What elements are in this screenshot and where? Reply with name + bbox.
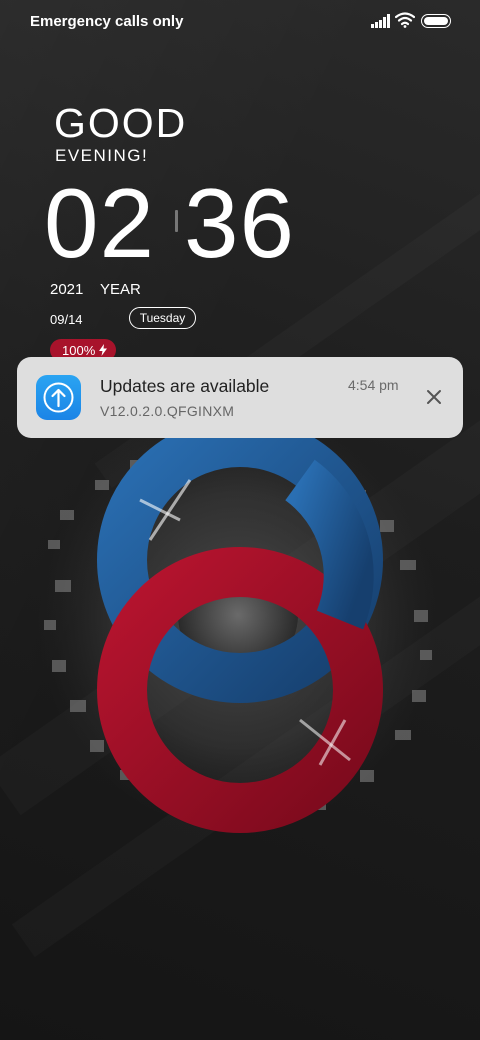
year-label: YEAR: [100, 281, 141, 298]
greeting-subtext: EVENING!: [55, 146, 149, 165]
update-notification[interactable]: Updates are available V12.0.2.0.QFGINXM …: [17, 357, 463, 438]
clock-hours: 02: [44, 168, 156, 278]
wifi-icon: [395, 12, 415, 28]
signal-icon: [371, 14, 390, 28]
battery-icon: [421, 14, 451, 28]
weekday-badge: Tuesday: [129, 307, 196, 329]
greeting-text: GOOD: [54, 100, 188, 146]
updater-app-icon: [36, 375, 81, 420]
charging-bolt-icon: [99, 344, 108, 356]
clock-minutes: 36: [184, 168, 296, 278]
lock-screen: Emergency calls only GOOD EVENING! 02 36…: [0, 0, 480, 1040]
date-text: 09/14: [50, 312, 83, 327]
clock: 02 36: [44, 168, 324, 278]
notification-title: Updates are available: [100, 376, 270, 396]
status-bar: Emergency calls only: [0, 0, 480, 44]
notification-time: 4:54 pm: [348, 377, 399, 393]
clock-separator: [175, 210, 178, 232]
carrier-text: Emergency calls only: [30, 13, 184, 30]
weekday-text: Tuesday: [139, 311, 186, 325]
battery-level: 100%: [62, 342, 96, 358]
wallpaper-artwork: [38, 420, 438, 833]
arrow-up-icon: [43, 382, 74, 413]
close-icon[interactable]: [423, 386, 445, 408]
year-value: 2021: [50, 281, 84, 298]
notification-subtitle: V12.0.2.0.QFGINXM: [100, 403, 235, 419]
